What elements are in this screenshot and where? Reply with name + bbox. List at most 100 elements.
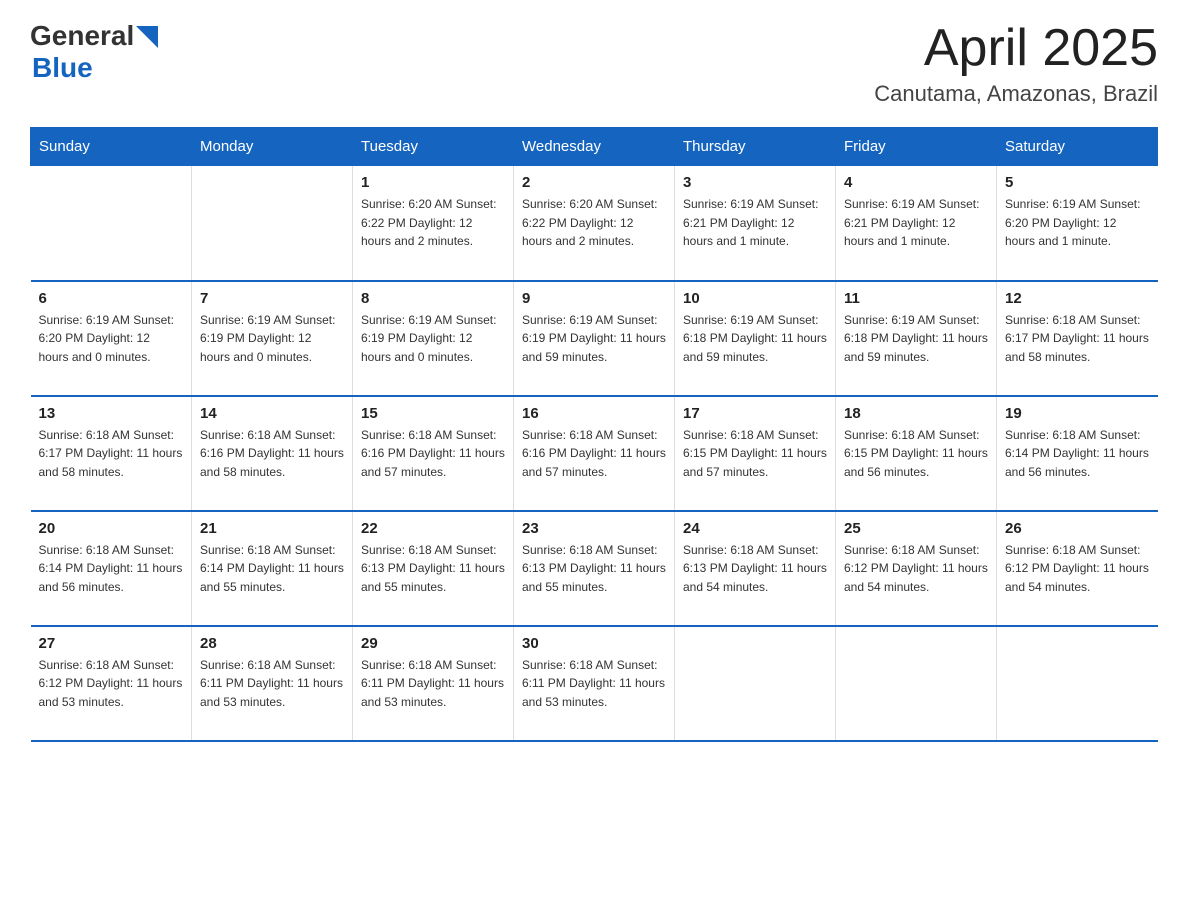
day-info: Sunrise: 6:19 AM Sunset: 6:21 PM Dayligh… <box>683 195 827 251</box>
calendar-cell: 15Sunrise: 6:18 AM Sunset: 6:16 PM Dayli… <box>353 396 514 511</box>
calendar-cell: 2 Sunrise: 6:20 AM Sunset: 6:22 PM Daylig… <box>514 166 675 281</box>
day-number: 20 <box>39 520 184 537</box>
calendar-header-row: SundayMondayTuesdayWednesdayThursdayFrid… <box>31 128 1158 166</box>
day-number: 25 <box>844 520 988 537</box>
day-info: Sunrise: 6:20 AM Sunset: 6:22 PM Dayligh… <box>522 195 666 251</box>
calendar-cell: 6Sunrise: 6:19 AM Sunset: 6:20 PM Daylig… <box>31 281 192 396</box>
calendar-cell: 24 Sunrise: 6:18 AM Sunset: 6:13 PM Dayli… <box>675 511 836 626</box>
day-info: Sunrise: 6:18 AM Sunset: 6:17 PM Dayligh… <box>39 426 184 482</box>
weekday-header-thursday: Thursday <box>675 128 836 166</box>
day-info: Sunrise: 6:18 AM Sunset: 6:14 PM Dayligh… <box>1005 426 1150 482</box>
day-info: Sunrise: 6:19 AM Sunset: 6:19 PM Dayligh… <box>522 311 666 367</box>
day-number: 17 <box>683 405 827 422</box>
calendar-cell: 28 Sunrise: 6:18 AM Sunset: 6:11 PM Dayli… <box>192 626 353 741</box>
weekday-header-wednesday: Wednesday <box>514 128 675 166</box>
day-number: 3 <box>683 174 827 191</box>
calendar-cell: 8 Sunrise: 6:19 AM Sunset: 6:19 PM Daylig… <box>353 281 514 396</box>
day-info: Sunrise: 6:19 AM Sunset: 6:21 PM Dayligh… <box>844 195 988 251</box>
calendar-cell: 29Sunrise: 6:18 AM Sunset: 6:11 PM Dayli… <box>353 626 514 741</box>
calendar-cell: 7 Sunrise: 6:19 AM Sunset: 6:19 PM Daylig… <box>192 281 353 396</box>
calendar-cell: 19 Sunrise: 6:18 AM Sunset: 6:14 PM Dayli… <box>997 396 1158 511</box>
calendar-table: SundayMondayTuesdayWednesdayThursdayFrid… <box>30 127 1158 742</box>
weekday-header-monday: Monday <box>192 128 353 166</box>
day-number: 15 <box>361 405 505 422</box>
calendar-week-row: 6Sunrise: 6:19 AM Sunset: 6:20 PM Daylig… <box>31 281 1158 396</box>
page-header: General Blue April 2025 Canutama, Amazon… <box>30 20 1158 107</box>
day-number: 18 <box>844 405 988 422</box>
calendar-cell: 30 Sunrise: 6:18 AM Sunset: 6:11 PM Dayli… <box>514 626 675 741</box>
day-number: 10 <box>683 290 827 307</box>
day-info: Sunrise: 6:18 AM Sunset: 6:16 PM Dayligh… <box>200 426 344 482</box>
day-info: Sunrise: 6:18 AM Sunset: 6:11 PM Dayligh… <box>361 656 505 712</box>
day-number: 7 <box>200 290 344 307</box>
day-number: 16 <box>522 405 666 422</box>
day-info: Sunrise: 6:19 AM Sunset: 6:18 PM Dayligh… <box>683 311 827 367</box>
logo-triangle-icon <box>136 26 158 48</box>
day-info: Sunrise: 6:19 AM Sunset: 6:19 PM Dayligh… <box>361 311 505 367</box>
day-number: 8 <box>361 290 505 307</box>
day-info: Sunrise: 6:18 AM Sunset: 6:17 PM Dayligh… <box>1005 311 1150 367</box>
day-number: 23 <box>522 520 666 537</box>
calendar-cell: 23 Sunrise: 6:18 AM Sunset: 6:13 PM Dayli… <box>514 511 675 626</box>
logo-blue-text: Blue <box>32 52 158 84</box>
calendar-cell <box>31 166 192 281</box>
calendar-cell <box>192 166 353 281</box>
day-number: 27 <box>39 635 184 652</box>
calendar-cell: 25 Sunrise: 6:18 AM Sunset: 6:12 PM Dayli… <box>836 511 997 626</box>
calendar-cell: 13Sunrise: 6:18 AM Sunset: 6:17 PM Dayli… <box>31 396 192 511</box>
day-info: Sunrise: 6:19 AM Sunset: 6:19 PM Dayligh… <box>200 311 344 367</box>
day-info: Sunrise: 6:18 AM Sunset: 6:11 PM Dayligh… <box>522 656 666 712</box>
day-info: Sunrise: 6:18 AM Sunset: 6:13 PM Dayligh… <box>361 541 505 597</box>
calendar-cell: 20 Sunrise: 6:18 AM Sunset: 6:14 PM Dayli… <box>31 511 192 626</box>
calendar-cell: 11Sunrise: 6:19 AM Sunset: 6:18 PM Dayli… <box>836 281 997 396</box>
day-info: Sunrise: 6:18 AM Sunset: 6:12 PM Dayligh… <box>844 541 988 597</box>
day-info: Sunrise: 6:18 AM Sunset: 6:13 PM Dayligh… <box>683 541 827 597</box>
title-section: April 2025 Canutama, Amazonas, Brazil <box>874 20 1158 107</box>
calendar-cell: 4Sunrise: 6:19 AM Sunset: 6:21 PM Daylig… <box>836 166 997 281</box>
calendar-week-row: 27Sunrise: 6:18 AM Sunset: 6:12 PM Dayli… <box>31 626 1158 741</box>
calendar-cell: 17 Sunrise: 6:18 AM Sunset: 6:15 PM Dayli… <box>675 396 836 511</box>
day-info: Sunrise: 6:18 AM Sunset: 6:15 PM Dayligh… <box>683 426 827 482</box>
calendar-cell: 9Sunrise: 6:19 AM Sunset: 6:19 PM Daylig… <box>514 281 675 396</box>
day-number: 1 <box>361 174 505 191</box>
calendar-cell: 1 Sunrise: 6:20 AM Sunset: 6:22 PM Daylig… <box>353 166 514 281</box>
day-info: Sunrise: 6:18 AM Sunset: 6:13 PM Dayligh… <box>522 541 666 597</box>
day-info: Sunrise: 6:18 AM Sunset: 6:15 PM Dayligh… <box>844 426 988 482</box>
day-number: 11 <box>844 290 988 307</box>
location-title: Canutama, Amazonas, Brazil <box>874 81 1158 107</box>
calendar-cell: 10 Sunrise: 6:19 AM Sunset: 6:18 PM Dayli… <box>675 281 836 396</box>
calendar-week-row: 1 Sunrise: 6:20 AM Sunset: 6:22 PM Daylig… <box>31 166 1158 281</box>
day-info: Sunrise: 6:20 AM Sunset: 6:22 PM Dayligh… <box>361 195 505 251</box>
calendar-cell: 14Sunrise: 6:18 AM Sunset: 6:16 PM Dayli… <box>192 396 353 511</box>
day-number: 6 <box>39 290 184 307</box>
calendar-cell: 3 Sunrise: 6:19 AM Sunset: 6:21 PM Daylig… <box>675 166 836 281</box>
calendar-cell <box>836 626 997 741</box>
calendar-cell: 22 Sunrise: 6:18 AM Sunset: 6:13 PM Dayli… <box>353 511 514 626</box>
weekday-header-friday: Friday <box>836 128 997 166</box>
day-info: Sunrise: 6:18 AM Sunset: 6:14 PM Dayligh… <box>200 541 344 597</box>
day-number: 2 <box>522 174 666 191</box>
day-number: 24 <box>683 520 827 537</box>
logo: General Blue <box>30 20 158 84</box>
day-number: 22 <box>361 520 505 537</box>
calendar-cell <box>997 626 1158 741</box>
weekday-header-tuesday: Tuesday <box>353 128 514 166</box>
calendar-cell: 18 Sunrise: 6:18 AM Sunset: 6:15 PM Dayli… <box>836 396 997 511</box>
weekday-header-saturday: Saturday <box>997 128 1158 166</box>
day-number: 28 <box>200 635 344 652</box>
day-number: 30 <box>522 635 666 652</box>
day-number: 12 <box>1005 290 1150 307</box>
calendar-cell <box>675 626 836 741</box>
logo-general-text: General <box>30 20 134 52</box>
day-info: Sunrise: 6:18 AM Sunset: 6:16 PM Dayligh… <box>522 426 666 482</box>
day-info: Sunrise: 6:18 AM Sunset: 6:14 PM Dayligh… <box>39 541 184 597</box>
calendar-cell: 16 Sunrise: 6:18 AM Sunset: 6:16 PM Dayli… <box>514 396 675 511</box>
calendar-week-row: 20 Sunrise: 6:18 AM Sunset: 6:14 PM Dayli… <box>31 511 1158 626</box>
day-number: 26 <box>1005 520 1150 537</box>
day-info: Sunrise: 6:18 AM Sunset: 6:12 PM Dayligh… <box>1005 541 1150 597</box>
day-number: 19 <box>1005 405 1150 422</box>
day-info: Sunrise: 6:19 AM Sunset: 6:20 PM Dayligh… <box>1005 195 1150 251</box>
calendar-cell: 5Sunrise: 6:19 AM Sunset: 6:20 PM Daylig… <box>997 166 1158 281</box>
calendar-cell: 12 Sunrise: 6:18 AM Sunset: 6:17 PM Dayli… <box>997 281 1158 396</box>
day-info: Sunrise: 6:18 AM Sunset: 6:11 PM Dayligh… <box>200 656 344 712</box>
